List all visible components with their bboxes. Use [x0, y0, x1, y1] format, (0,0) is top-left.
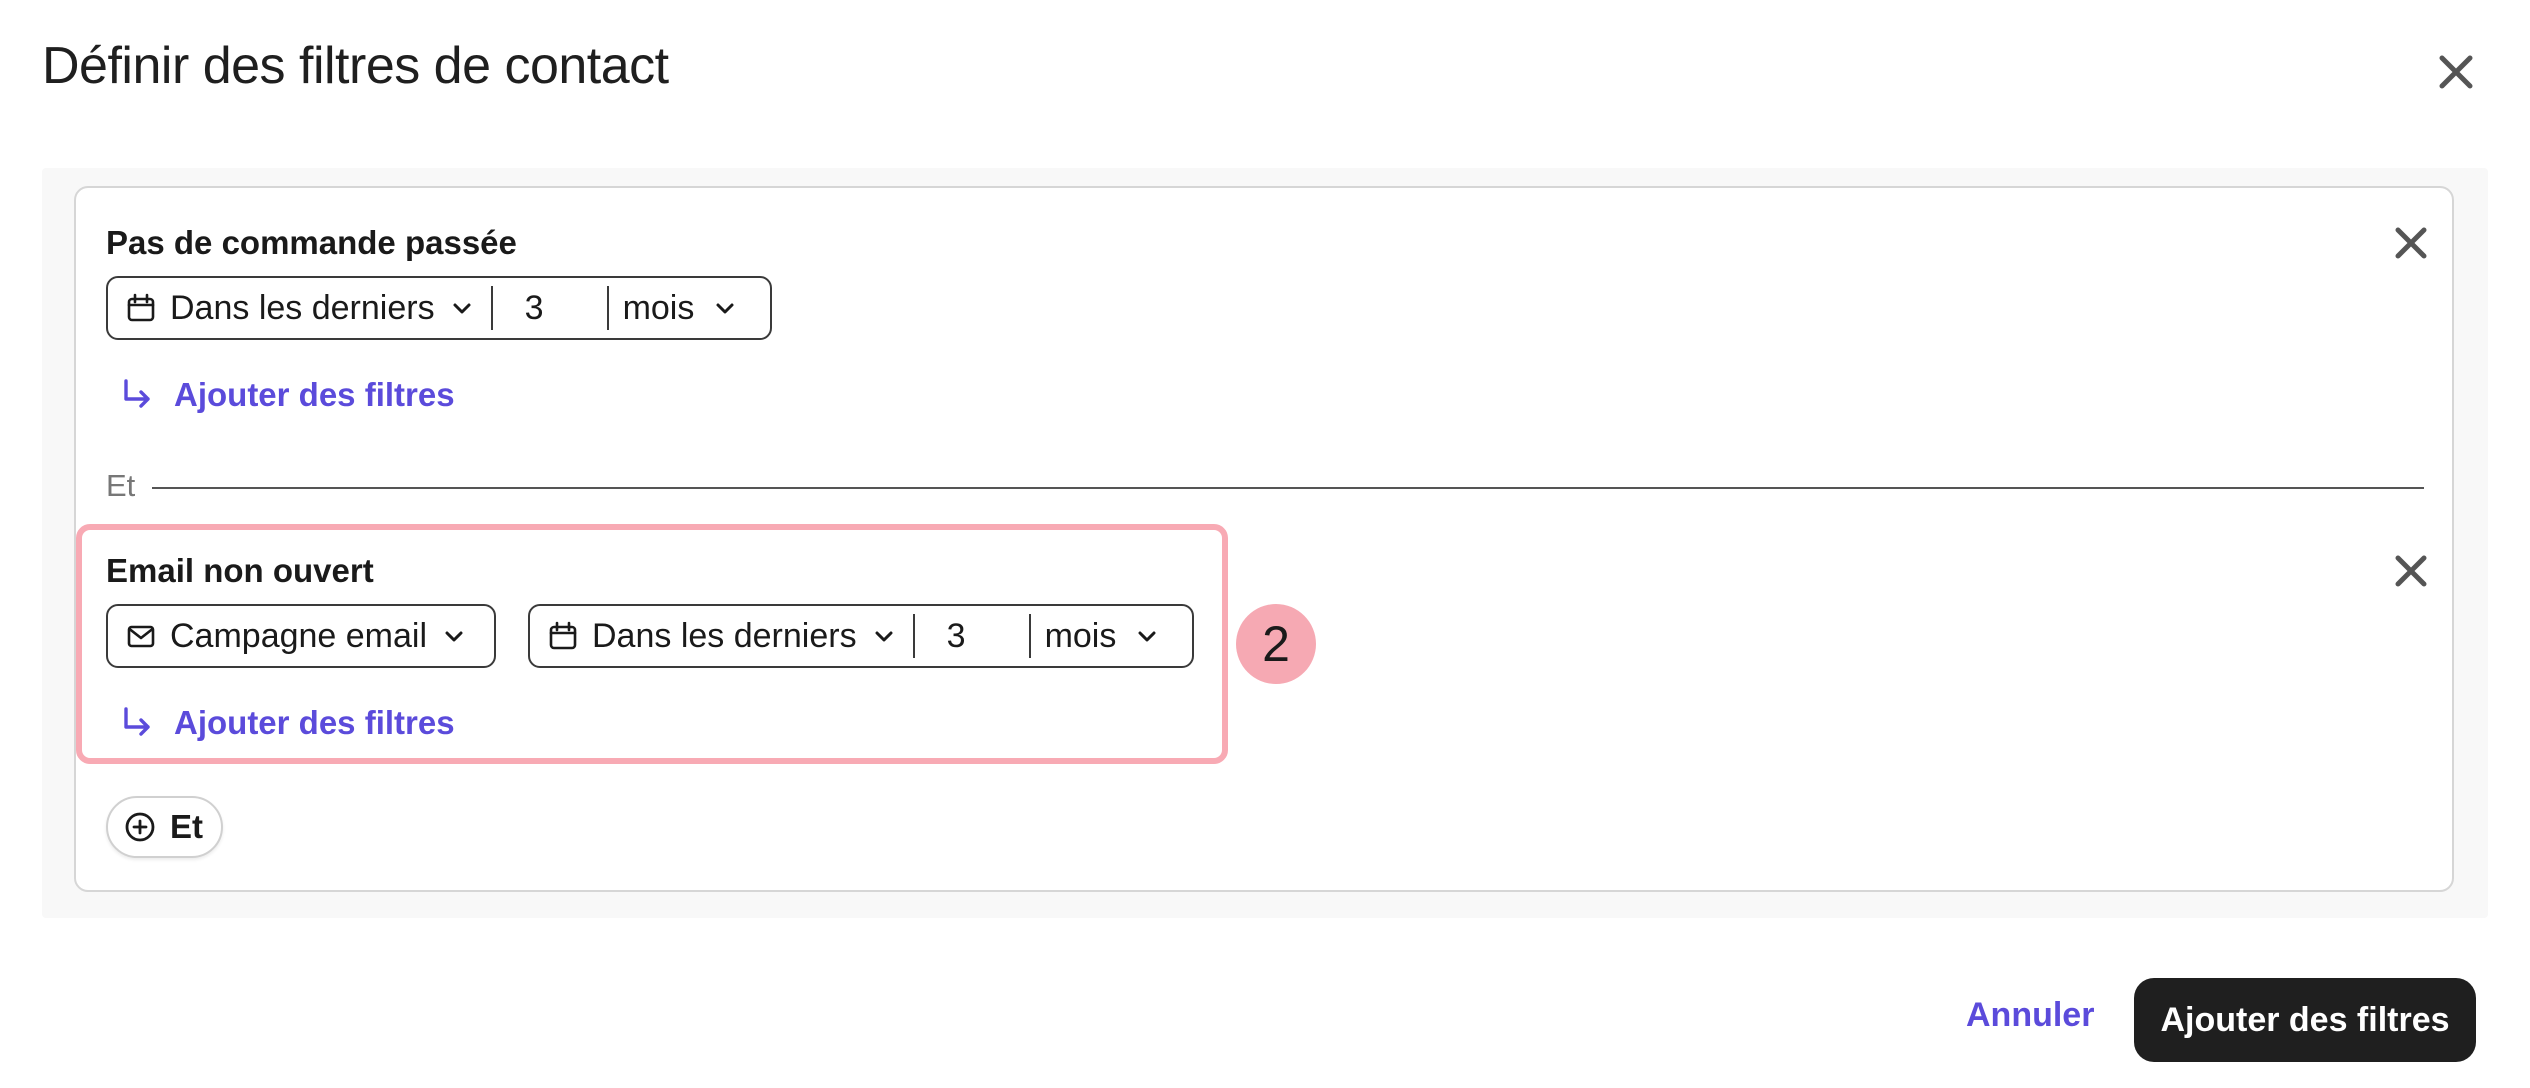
add-filters-label: Ajouter des filtres	[174, 376, 455, 413]
period-select[interactable]: Dans les derniers	[108, 278, 491, 338]
period-select-label: Dans les derniers	[170, 288, 435, 327]
modal-close-button[interactable]	[2428, 44, 2484, 100]
plus-circle-icon	[125, 812, 155, 842]
close-icon	[2439, 55, 2473, 89]
cancel-button[interactable]: Annuler	[1966, 996, 2094, 1035]
period-select-label: Dans les derniers	[592, 616, 857, 655]
group-title-email-not-opened: Email non ouvert	[106, 552, 374, 589]
quantity-input[interactable]: 3	[912, 614, 1029, 658]
quantity-input[interactable]: 3	[490, 286, 607, 330]
source-select-inner: Campagne email	[108, 606, 483, 666]
chevron-down-icon	[875, 631, 893, 642]
add-and-group-button[interactable]: Et	[106, 796, 223, 858]
add-and-group-label: Et	[170, 808, 203, 845]
unit-select-label: mois	[622, 288, 695, 327]
mail-icon	[127, 625, 155, 648]
chevron-down-icon	[453, 303, 471, 314]
unit-select-label: mois	[1044, 616, 1117, 655]
divider	[152, 487, 2424, 489]
chevron-down-icon	[445, 631, 463, 642]
unit-select[interactable]: mois	[606, 286, 755, 330]
and-connector-label: Et	[106, 468, 136, 503]
step-badge: 2	[1236, 604, 1316, 684]
calendar-icon	[127, 293, 155, 322]
step-number: 2	[1262, 616, 1290, 672]
period-select[interactable]: Dans les derniers	[530, 606, 913, 666]
modal-title: Définir des filtres de contact	[42, 37, 669, 95]
quantity-value: 3	[946, 616, 966, 655]
group1-filter-pill: Dans les derniers 3 mois	[106, 276, 772, 340]
arrow-turn-right-icon	[124, 707, 150, 736]
chevron-down-icon	[716, 303, 734, 314]
add-filters-label: Ajouter des filtres	[174, 704, 455, 741]
chevron-down-icon	[1138, 631, 1156, 642]
remove-group-button[interactable]	[2388, 548, 2434, 594]
remove-group-button[interactable]	[2388, 220, 2434, 266]
close-icon	[2395, 227, 2427, 259]
arrow-turn-right-icon	[124, 379, 150, 408]
add-filters-link[interactable]: Ajouter des filtres	[120, 704, 455, 742]
close-icon	[2395, 555, 2427, 587]
source-select-label: Campagne email	[170, 616, 428, 655]
group2-filter-pill: Dans les derniers 3 mois	[528, 604, 1194, 668]
source-select[interactable]: Campagne email	[106, 604, 496, 668]
calendar-icon	[549, 621, 577, 650]
group-title-no-order: Pas de commande passée	[106, 224, 517, 261]
unit-select[interactable]: mois	[1028, 614, 1177, 658]
quantity-value: 3	[524, 288, 544, 327]
add-filters-link[interactable]: Ajouter des filtres	[120, 376, 455, 414]
add-filters-button[interactable]: Ajouter des filtres	[2134, 978, 2476, 1062]
